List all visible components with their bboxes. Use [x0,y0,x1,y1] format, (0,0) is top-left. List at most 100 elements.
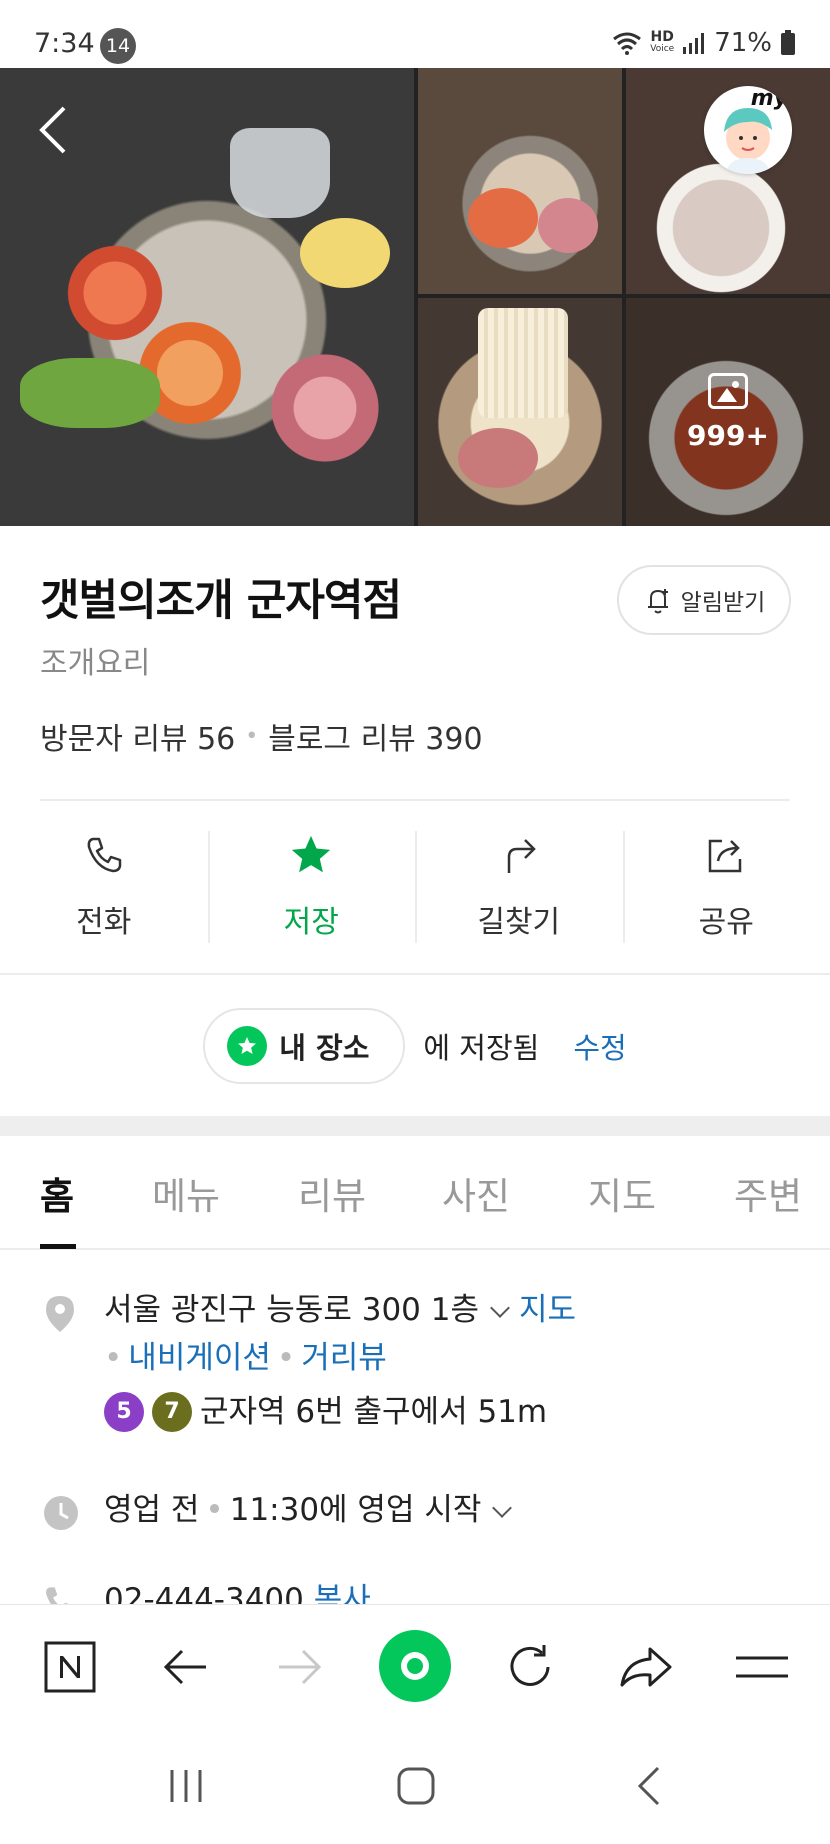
star-circle-icon [227,1026,268,1066]
image-icon [708,372,748,409]
refresh-button[interactable] [498,1635,562,1699]
recent-apps-button[interactable] [166,1766,206,1810]
address-row: 서울 광진구 능동로 300 1층 지도 • 내비게이션 • 거리뷰 5 7 군자역 6… [0,1286,830,1436]
photo-thumb-1[interactable] [418,68,622,294]
phone-number: 02-444-3400 [104,1582,304,1606]
system-navigation-bar [0,1730,830,1844]
chevron-down-icon[interactable] [490,1297,510,1318]
home-button[interactable] [396,1766,436,1810]
my-profile-button[interactable]: my [704,86,792,174]
navigation-link[interactable]: 내비게이션 [128,1340,271,1376]
arrow-right-icon [279,1649,322,1685]
saved-list-chip[interactable]: 내 장소 [203,1008,406,1084]
my-label: my [750,86,788,111]
separator-dot: • [245,723,259,749]
save-button[interactable]: 저장 [207,801,416,973]
tab-menu[interactable]: 메뉴 [152,1166,220,1220]
clock-icon [44,1496,78,1530]
saved-list-name: 내 장소 [279,1031,370,1065]
signal-icon [683,33,705,54]
address-text: 서울 광진구 능동로 300 1층 [104,1292,479,1328]
call-button[interactable]: 전화 [0,801,208,973]
hours-text: 11:30에 영업 시작 [229,1492,482,1528]
bell-plus-icon [647,589,668,614]
saved-status-row: 내 장소 에 저장됨 수정 [0,1008,830,1084]
hours-row[interactable]: 영업 전 • 11:30에 영업 시작 [0,1486,830,1542]
recent-apps-icon [170,1770,202,1802]
copy-link[interactable]: 복사 [314,1582,371,1606]
hours-line: 영업 전 • 11:30에 영업 시작 [104,1486,521,1534]
more-photos-count: 999+ [687,418,769,452]
back-button[interactable] [34,100,84,160]
section-separator [0,1116,830,1136]
browser-back-button[interactable] [153,1635,217,1699]
active-tab-indicator [40,1244,76,1249]
address-links: • 내비게이션 • 거리뷰 [104,1340,387,1376]
place-title: 갯벌의조개 군자역점 [40,576,402,626]
share-icon [709,839,742,873]
phone-icon [46,1587,73,1606]
address-line: 서울 광진구 능동로 300 1층 지도 [104,1286,576,1334]
notification-count-badge: 14 [100,28,136,64]
status-time: 7:34 [34,28,95,59]
share-page-button[interactable] [614,1635,678,1699]
phone-line: 02-444-3400 복사 [104,1576,371,1606]
location-pin-icon [46,1296,74,1332]
directions-icon [507,839,536,873]
star-icon [292,835,331,873]
edit-saved-link[interactable]: 수정 [573,1025,626,1067]
hamburger-icon [736,1656,788,1678]
phone-row: 02-444-3400 복사 [0,1576,830,1606]
status-bar: 7:34 14 HD Voice 71% [0,0,830,68]
directions-label: 길찾기 [477,905,561,940]
tab-photos[interactable]: 사진 [442,1166,510,1220]
tab-home[interactable]: 홈 [40,1166,74,1220]
home-square-icon [397,1767,435,1805]
subway-text: 군자역 6번 출구에서 51m [200,1394,548,1430]
chevron-left-icon [39,106,66,154]
blog-reviews-link[interactable]: 블로그 리뷰 390 [268,714,482,758]
phone-icon [87,837,121,873]
tab-map[interactable]: 지도 [588,1166,656,1220]
share-button[interactable]: 공유 [622,801,830,973]
hd-voice-indicator: HD Voice [650,29,675,54]
green-dot-icon [379,1630,451,1702]
browser-toolbar [0,1604,830,1730]
alarm-label: 알림받기 [680,590,766,616]
battery-icon [781,30,795,55]
hours-status: 영업 전 [104,1492,200,1528]
system-back-button[interactable] [634,1766,664,1810]
chevron-down-icon[interactable] [492,1497,513,1518]
subway-line-badge: 5 [104,1392,144,1432]
saved-text: 에 저장됨 [423,1031,540,1065]
visitor-reviews-link[interactable]: 방문자 리뷰 56 [40,714,235,758]
arrow-left-icon [163,1649,206,1685]
call-label: 전화 [76,905,132,940]
subway-info: 5 7 군자역 6번 출구에서 51m [104,1384,547,1436]
subway-line-badge: 7 [152,1392,192,1432]
refresh-icon [510,1645,550,1686]
green-dot-button[interactable] [378,1629,452,1703]
battery-percent: 71% [714,28,772,58]
browser-forward-button[interactable] [268,1635,332,1699]
share-arrow-icon [620,1647,672,1687]
naver-n-icon [44,1641,96,1693]
action-bar: 전화 저장 길찾기 공유 [0,801,830,973]
review-counts: 방문자 리뷰 56 • 블로그 리뷰 390 [40,714,483,758]
save-label: 저장 [283,905,339,940]
map-link[interactable]: 지도 [519,1292,576,1328]
more-photos-overlay[interactable]: 999+ [626,298,830,526]
alarm-button[interactable]: 알림받기 [617,565,791,635]
share-label: 공유 [698,905,754,940]
menu-button[interactable] [730,1635,794,1699]
directions-button[interactable]: 길찾기 [415,801,623,973]
naver-home-button[interactable] [38,1635,102,1699]
photo-thumb-3[interactable] [418,298,622,526]
place-category: 조개요리 [40,646,151,681]
roadview-link[interactable]: 거리뷰 [301,1340,387,1376]
tab-nearby[interactable]: 주변 [734,1166,802,1220]
chevron-left-icon [637,1766,660,1806]
tab-bar: 홈 메뉴 리뷰 사진 지도 주변 [0,1136,830,1250]
tab-reviews[interactable]: 리뷰 [298,1166,366,1220]
divider [0,973,830,975]
